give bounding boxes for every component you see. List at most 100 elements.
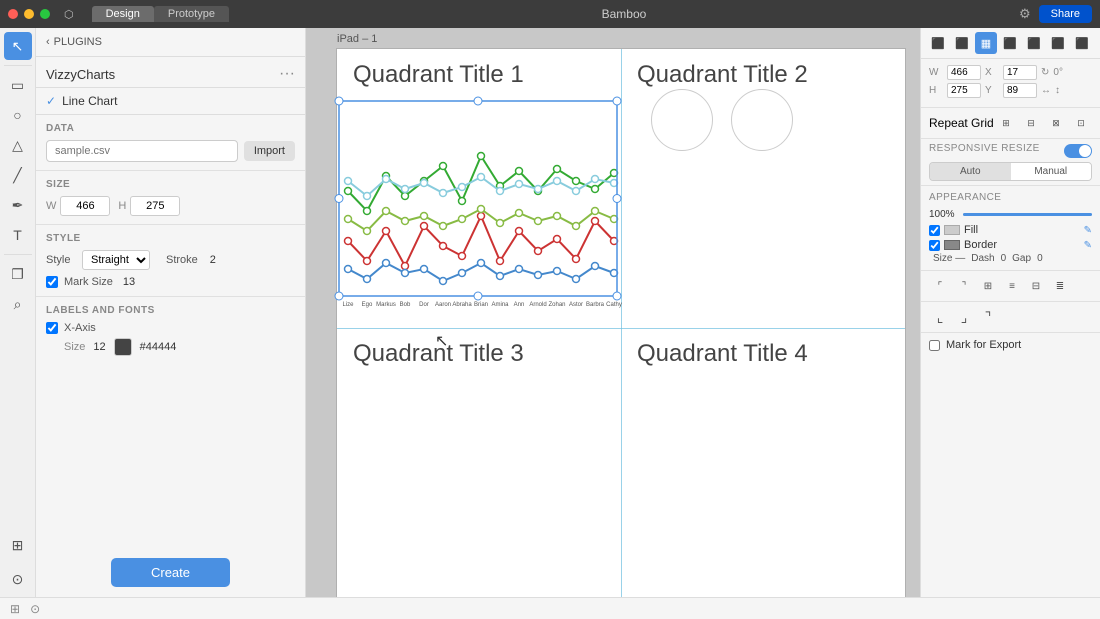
font-size-label: Size: [64, 341, 85, 353]
panel-header: ‹ PLUGINS: [36, 28, 305, 57]
align-h-icon[interactable]: ≡: [1001, 275, 1023, 297]
corner-tl-icon[interactable]: ⌜: [929, 275, 951, 297]
border-checkbox[interactable]: [929, 240, 940, 251]
export-checkbox[interactable]: [929, 340, 940, 351]
bottom-tool-2[interactable]: ⊙: [4, 565, 32, 593]
xaxis-checkbox[interactable]: [46, 322, 58, 334]
align-right-icon[interactable]: ⬛: [999, 32, 1021, 54]
corner-all-icon[interactable]: ⊞: [977, 275, 999, 297]
share-button[interactable]: Share: [1039, 5, 1092, 23]
pen-tool[interactable]: ✒: [4, 191, 32, 219]
size-section-title: SIZE: [46, 179, 295, 190]
svg-text:Abraha: Abraha: [452, 302, 472, 308]
svg-text:Markus: Markus: [376, 302, 396, 308]
rectangle-tool[interactable]: ▭: [4, 71, 32, 99]
repeat-icon-1[interactable]: ⊞: [995, 112, 1017, 134]
csv-input[interactable]: [46, 140, 238, 162]
tab-prototype[interactable]: Prototype: [154, 6, 229, 22]
align-left-icon[interactable]: ⬛: [927, 32, 949, 54]
repeat-icon-2[interactable]: ⊟: [1020, 112, 1042, 134]
distribute-icon[interactable]: ≣: [1049, 275, 1071, 297]
create-button[interactable]: Create: [111, 558, 230, 587]
mark-size-checkbox[interactable]: [46, 276, 58, 288]
canvas-area[interactable]: iPad – 1 Quadrant Title 1 Quadrant Title…: [306, 28, 920, 597]
align-bottom-icon[interactable]: ⬛: [1071, 32, 1093, 54]
maximize-dot[interactable]: [40, 9, 50, 19]
border-swatch[interactable]: [944, 240, 960, 250]
labels-title: LABELS AND FONTS: [46, 305, 295, 316]
triangle-tool[interactable]: △: [4, 131, 32, 159]
data-section: DATA Import: [36, 115, 305, 171]
fill-edit-icon[interactable]: ✎: [1084, 225, 1092, 236]
height-input[interactable]: [130, 196, 180, 216]
repeat-icon-3[interactable]: ⊠: [1045, 112, 1067, 134]
import-button[interactable]: Import: [244, 141, 295, 161]
repeat-grid-row: Repeat Grid ⊞ ⊟ ⊠ ⊡: [921, 108, 1100, 139]
style-type-label: Style: [46, 254, 74, 266]
height-label: H: [118, 200, 126, 212]
text-tool[interactable]: T: [4, 221, 32, 249]
repeat-icon-4[interactable]: ⊡: [1070, 112, 1092, 134]
close-dot[interactable]: [8, 9, 18, 19]
line-tool[interactable]: ╱: [4, 161, 32, 189]
style-type-row: Style Straight Curved Stroke 2: [46, 250, 295, 270]
bottom-icon-1[interactable]: ⊞: [10, 602, 20, 616]
plugin-title-row: VizzyCharts ···: [36, 57, 305, 88]
x-right-input[interactable]: [1003, 65, 1037, 80]
svg-text:Zohan: Zohan: [548, 302, 565, 308]
opacity-value: 100%: [929, 209, 959, 220]
ellipse-tool[interactable]: ○: [4, 101, 32, 129]
more-options-button[interactable]: ···: [279, 65, 295, 83]
export-label: Mark for Export: [946, 339, 1021, 351]
flip-v-icon[interactable]: ↕: [1055, 85, 1060, 96]
bottom-tool-1[interactable]: ⊞: [4, 531, 32, 559]
y-right-input[interactable]: [1003, 83, 1037, 98]
asset-tool[interactable]: ❐: [4, 260, 32, 288]
bottom-icon-2[interactable]: ⊙: [30, 602, 40, 616]
svg-text:Cathy: Cathy: [606, 302, 622, 308]
minimize-dot[interactable]: [24, 9, 34, 19]
xaxis-label: X-Axis: [64, 322, 96, 334]
right-panel: ⬛ ⬛ ▦ ⬛ ⬛ ⬛ ⬛ W X ↻ 0° H Y ↔: [920, 28, 1100, 597]
border-details-row: Size — Dash 0 Gap 0: [929, 253, 1092, 264]
corner-angle-icon[interactable]: ⌟: [953, 306, 975, 328]
width-input[interactable]: [60, 196, 110, 216]
distribute-h-icon[interactable]: ⬛: [1023, 32, 1045, 54]
tab-design[interactable]: Design: [92, 6, 154, 22]
manual-button[interactable]: Manual: [1011, 163, 1092, 180]
align-center-v-icon[interactable]: ⬛: [951, 32, 973, 54]
quadrant-2: Quadrant Title 2: [621, 49, 905, 101]
responsive-resize-section: RESPONSIVE RESIZE Auto Manual: [921, 139, 1100, 186]
auto-button[interactable]: Auto: [930, 163, 1011, 180]
width-field: W: [46, 196, 110, 216]
style-type-select[interactable]: Straight Curved: [82, 250, 150, 270]
opacity-bar[interactable]: [963, 213, 1092, 216]
fill-checkbox[interactable]: [929, 225, 940, 236]
align-top-icon[interactable]: ▦: [975, 32, 997, 54]
bottom-bar: ⊞ ⊙: [0, 597, 1100, 619]
height-y-row: H Y ↔ ↕: [929, 83, 1092, 98]
responsive-toggle[interactable]: [1064, 144, 1092, 158]
corner-round-icon[interactable]: ⌞: [929, 306, 951, 328]
rotate-icon[interactable]: ↻: [1041, 67, 1049, 78]
back-button[interactable]: ‹ PLUGINS: [46, 36, 102, 48]
svg-text:Lize: Lize: [342, 302, 354, 308]
width-right-input[interactable]: [947, 65, 981, 80]
zoom-tool[interactable]: ⌕: [4, 290, 32, 318]
corner-full-icon[interactable]: ⌝: [977, 306, 999, 328]
y-label: Y: [985, 85, 999, 96]
corner-icons-row: ⌞ ⌟ ⌝: [921, 302, 1100, 333]
fill-swatch[interactable]: [944, 225, 960, 235]
corner-tr-icon[interactable]: ⌝: [953, 275, 975, 297]
flip-h-icon[interactable]: ↔: [1041, 85, 1051, 96]
svg-text:Bob: Bob: [400, 302, 411, 308]
select-tool[interactable]: ↖: [4, 32, 32, 60]
height-right-input[interactable]: [947, 83, 981, 98]
border-edit-icon[interactable]: ✎: [1084, 240, 1092, 251]
color-swatch[interactable]: [114, 338, 132, 356]
left-toolbar: ↖ ▭ ○ △ ╱ ✒ T ❐ ⌕ ⊞ ⊙: [0, 28, 36, 597]
distribute-v-icon[interactable]: ⬛: [1047, 32, 1069, 54]
tools-icon[interactable]: ⚙: [1019, 6, 1031, 22]
align-v-icon[interactable]: ⊟: [1025, 275, 1047, 297]
topbar-left: ⬡ Design Prototype: [8, 6, 229, 22]
